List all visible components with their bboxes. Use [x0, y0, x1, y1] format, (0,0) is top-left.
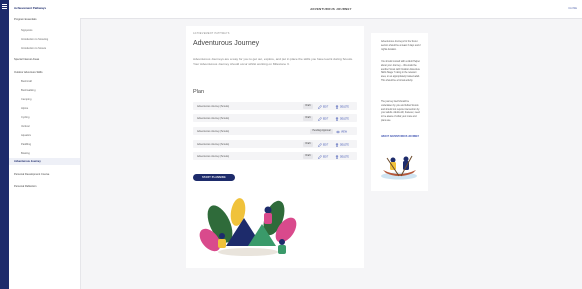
- edit-button[interactable]: EDIT: [318, 142, 328, 147]
- eye-icon: [336, 130, 340, 133]
- edit-button[interactable]: EDIT: [318, 104, 328, 109]
- sidebar-item-intro-scouting[interactable]: Introduction to Scouting: [21, 38, 48, 41]
- view-button[interactable]: VIEW: [336, 130, 347, 134]
- pencil-icon: [318, 116, 322, 121]
- trash-icon: [335, 142, 339, 147]
- pencil-icon: [318, 104, 322, 109]
- page-title: Adventurous Journey: [193, 40, 260, 47]
- canoe-illustration: [381, 155, 417, 180]
- sidebar-item-adventurous-journey[interactable]: Adventurous Journey: [14, 160, 41, 163]
- sidebar-item-vertical[interactable]: Vertical: [21, 125, 30, 128]
- delete-button[interactable]: DELETE: [335, 154, 349, 159]
- sidebar-item-paddling[interactable]: Paddling: [21, 143, 31, 146]
- status-badge: Pending Approval: [310, 128, 333, 134]
- intro-text: Adventurous Journeys are a way for you t…: [193, 57, 353, 66]
- breadcrumb: ACHIEVEMENT PATHWAYS: [193, 32, 230, 35]
- campsite-illustration: [199, 198, 297, 256]
- hamburger-menu-icon[interactable]: [2, 4, 7, 10]
- page-header-title: ADVENTUROUS JOURNEY: [310, 7, 352, 11]
- sidebar-title: Achievement Pathways: [14, 6, 47, 10]
- status-badge: Draft: [303, 115, 313, 121]
- plan-row: Adventurous Journey (Scouts) Draft EDIT …: [193, 152, 357, 160]
- status-badge: Draft: [303, 141, 313, 147]
- plan-row: Adventurous Journey (Scouts) Draft EDIT …: [193, 114, 357, 122]
- sidebar-item-personal-reflection[interactable]: Personal Reflection: [14, 185, 37, 188]
- status-badge: Draft: [303, 103, 313, 109]
- app-rail: [0, 0, 9, 289]
- edit-button[interactable]: EDIT: [318, 116, 328, 121]
- plan-name: Adventurous Journey (Scouts): [197, 130, 230, 133]
- sidebar: Achievement Pathways Program Essentials …: [9, 0, 81, 289]
- pencil-icon: [318, 154, 322, 159]
- pencil-icon: [318, 142, 322, 147]
- start-planning-button[interactable]: START PLANNING: [193, 174, 235, 181]
- plan-name: Adventurous Journey (Scouts): [197, 117, 230, 120]
- plan-row: Adventurous Journey (Scouts) Draft EDIT …: [193, 102, 357, 110]
- info-paragraph: Adventurous Journeys for the Scout secti…: [381, 41, 421, 51]
- trash-icon: [335, 154, 339, 159]
- delete-button[interactable]: DELETE: [335, 142, 349, 147]
- sidebar-item-alpine[interactable]: Alpine: [21, 107, 28, 110]
- sidebar-item-bushcraft[interactable]: Bushcraft: [21, 80, 32, 83]
- status-badge: Draft: [303, 153, 313, 159]
- sidebar-item-bushwalking[interactable]: Bushwalking: [21, 89, 36, 92]
- about-link[interactable]: ABOUT ADVENTUROUS JOURNEY: [381, 136, 419, 138]
- sidebar-item-camping[interactable]: Camping: [21, 98, 31, 101]
- delete-button[interactable]: DELETE: [335, 116, 349, 121]
- close-button[interactable]: CLOSE: [568, 7, 577, 10]
- sidebar-item-aquatics[interactable]: Aquatics: [21, 134, 31, 137]
- info-paragraph: You should consult with a Adult Helper a…: [381, 61, 420, 82]
- top-bar: ADVENTUROUS JOURNEY CLOSE: [80, 0, 582, 19]
- plan-name: Adventurous Journey (Scouts): [197, 155, 230, 158]
- delete-button[interactable]: DELETE: [335, 104, 349, 109]
- plan-row: Adventurous Journey (Scouts) Draft EDIT …: [193, 140, 357, 148]
- plan-name: Adventurous Journey (Scouts): [197, 105, 230, 108]
- info-paragraph: The journey itself should be undertaken …: [381, 101, 420, 122]
- plan-heading: Plan: [193, 89, 205, 95]
- sidebar-item-cycling[interactable]: Cycling: [21, 116, 30, 119]
- sidebar-item-signposts[interactable]: Signposts: [21, 29, 32, 32]
- sidebar-item-special-interest[interactable]: Special Interest Areas: [14, 58, 39, 61]
- plan-row: Adventurous Journey (Scouts) Pending App…: [193, 127, 357, 135]
- trash-icon: [335, 116, 339, 121]
- edit-button[interactable]: EDIT: [318, 154, 328, 159]
- sidebar-item-personal-development[interactable]: Personal Development Course: [14, 173, 49, 176]
- sidebar-item-program-essentials[interactable]: Program Essentials: [14, 18, 37, 21]
- trash-icon: [335, 104, 339, 109]
- sidebar-item-outdoor-skills[interactable]: Outdoor Adventure Skills: [14, 71, 43, 74]
- sidebar-item-intro-scouts[interactable]: Introduction to Scouts: [21, 47, 46, 50]
- plan-name: Adventurous Journey (Scouts): [197, 143, 230, 146]
- sidebar-item-boating[interactable]: Boating: [21, 152, 30, 155]
